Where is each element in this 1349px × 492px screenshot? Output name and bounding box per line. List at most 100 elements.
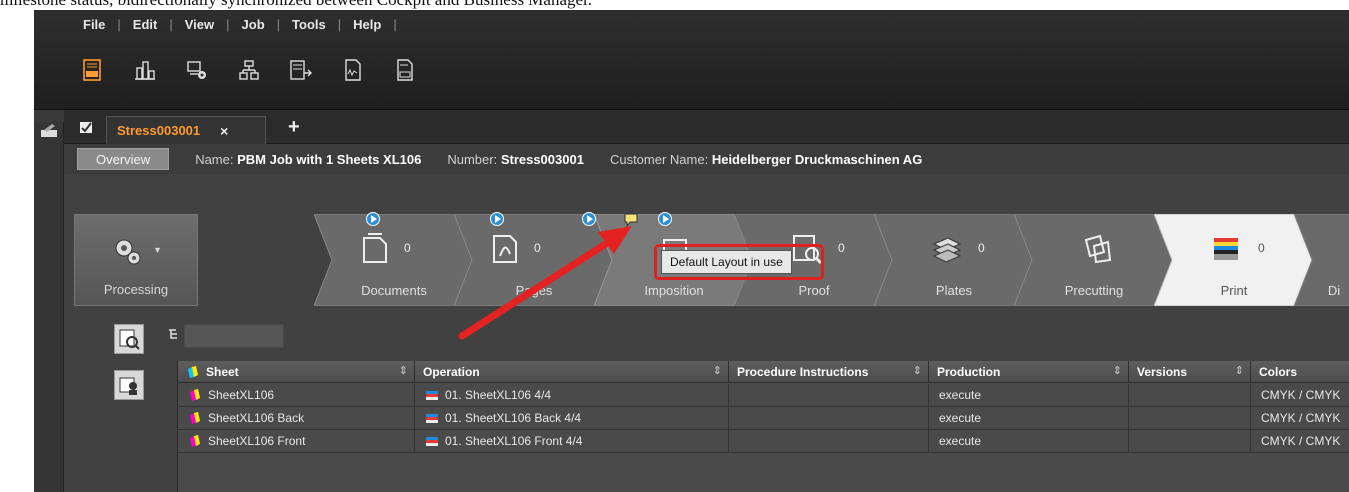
- sort-icon[interactable]: ⇕: [1113, 364, 1122, 377]
- menu-bar: File | Edit | View | Job | Tools | Help …: [82, 12, 408, 36]
- prinect-cockpit-window: File | Edit | View | Job | Tools | Help …: [34, 10, 1349, 492]
- column-procedure-instructions[interactable]: Procedure Instructions ⇕: [729, 361, 929, 383]
- monitor-gear-icon[interactable]: [186, 59, 208, 81]
- milestone-count: 0: [838, 241, 845, 255]
- cell-versions: [1129, 430, 1251, 452]
- column-versions[interactable]: Versions ⇕: [1129, 361, 1251, 383]
- column-colors[interactable]: Colors⇕: [1251, 361, 1349, 383]
- assign-sheet-button[interactable]: [114, 370, 144, 400]
- milestone-count: 0: [978, 241, 985, 255]
- cell-colors: CMYK / CMYK: [1251, 384, 1349, 406]
- cell-versions: [1129, 384, 1251, 406]
- cell-production: execute: [929, 384, 1129, 406]
- abc-arrow-icon[interactable]: [290, 59, 312, 81]
- menu-separator: |: [226, 16, 230, 32]
- sheets-magnifier-icon: [119, 329, 140, 350]
- sheet-color-icon: [190, 412, 200, 424]
- job-panel: Stress003001 × + Overview Name: PBM Job …: [64, 110, 1349, 492]
- print-operation-icon: [426, 391, 438, 400]
- menu-separator: |: [337, 16, 342, 32]
- table-row[interactable]: SheetXL106 01. SheetXL106 4/4 execute CM…: [178, 384, 1349, 407]
- menu-edit[interactable]: Edit: [132, 17, 159, 32]
- sort-icon[interactable]: ⇕: [913, 364, 922, 377]
- milestone-di[interactable]: Di: [1294, 214, 1349, 306]
- pencil-tray-icon[interactable]: [40, 124, 58, 138]
- cell-instructions: [729, 407, 929, 429]
- overview-button[interactable]: Overview: [77, 148, 170, 170]
- tree-collapse-icon[interactable]: [168, 328, 182, 342]
- column-sheet[interactable]: Sheet ⇕: [178, 361, 415, 383]
- abc-document-icon[interactable]: [82, 59, 104, 81]
- menu-job[interactable]: Job: [241, 17, 266, 32]
- play-icon[interactable]: [366, 212, 380, 226]
- printer-icon: [1214, 238, 1238, 260]
- highlight-box: [654, 244, 824, 280]
- milestone-chevrons: 0 Documents 0 Pages Imposition 0 Proof 0…: [314, 212, 1349, 306]
- menu-separator: |: [169, 16, 173, 32]
- cell-operation: 01. SheetXL106 Front 4/4: [415, 430, 729, 452]
- menu-view[interactable]: View: [184, 17, 215, 32]
- print-operation-icon: [426, 414, 438, 423]
- precutting-icon: [1084, 234, 1112, 264]
- milestone-count: 0: [1258, 241, 1265, 255]
- add-tab-button[interactable]: +: [288, 116, 300, 139]
- cell-sheet: SheetXL106 Back: [178, 407, 415, 429]
- side-tools: [114, 324, 146, 416]
- hierarchy-icon[interactable]: [238, 59, 260, 81]
- tab-job[interactable]: Stress003001 ×: [106, 116, 266, 144]
- milestone-documents[interactable]: 0 Documents: [314, 212, 474, 306]
- menu-file[interactable]: File: [82, 17, 106, 32]
- sheets-table: Sheet ⇕ Operation ⇕ Procedure Instructions…: [177, 361, 1349, 492]
- column-production[interactable]: Production ⇕: [929, 361, 1129, 383]
- tab-title: Stress003001: [117, 123, 201, 138]
- cell-sheet: SheetXL106 Front: [178, 430, 415, 452]
- milestone-count: 0: [534, 241, 541, 255]
- milestone-pages[interactable]: 0 Pages: [454, 212, 614, 306]
- cell-instructions: [729, 430, 929, 452]
- sheet-color-icon: [188, 366, 198, 378]
- cell-operation: 01. SheetXL106 4/4: [415, 384, 729, 406]
- milestone-label: Plates: [935, 283, 973, 298]
- top-bar: File | Edit | View | Job | Tools | Help …: [34, 10, 1349, 110]
- sort-icon[interactable]: ⇕: [713, 364, 722, 377]
- column-operation[interactable]: Operation ⇕: [415, 361, 729, 383]
- pdf-page-icon: [493, 235, 517, 263]
- cell-production: execute: [929, 430, 1129, 452]
- menu-help[interactable]: Help: [352, 17, 382, 32]
- play-icon[interactable]: [658, 212, 672, 226]
- documents-icon: [363, 233, 387, 263]
- signature-document-icon[interactable]: [342, 59, 364, 81]
- table-row[interactable]: SheetXL106 Back 01. SheetXL106 Back 4/4 …: [178, 407, 1349, 430]
- milestone-label: Proof: [798, 283, 830, 298]
- job-name: Name: PBM Job with 1 Sheets XL106: [195, 151, 422, 167]
- cell-colors: CMYK / CMYK: [1251, 407, 1349, 429]
- menu-tools[interactable]: Tools: [291, 17, 327, 32]
- sort-icon[interactable]: ⇕: [399, 364, 408, 377]
- cell-operation: 01. SheetXL106 Back 4/4: [415, 407, 729, 429]
- cell-versions: [1129, 407, 1251, 429]
- chart-bars-icon[interactable]: [134, 59, 156, 81]
- milestone-count: 0: [404, 241, 411, 255]
- gears-icon: [115, 239, 141, 265]
- table-row[interactable]: SheetXL106 Front 01. SheetXL106 Front 4/…: [178, 430, 1349, 453]
- menu-separator: |: [117, 16, 121, 32]
- menu-separator: |: [393, 16, 397, 32]
- play-icon[interactable]: [582, 212, 596, 226]
- chevron-down-icon[interactable]: ▾: [155, 245, 160, 256]
- plates-icon: [932, 237, 962, 263]
- ddd-document-icon[interactable]: [394, 59, 416, 81]
- left-strip: [34, 122, 64, 492]
- milestone-label: Precutting: [1064, 283, 1124, 298]
- play-icon[interactable]: [490, 212, 504, 226]
- milestone-label: Documents: [361, 283, 427, 298]
- filter-input[interactable]: [184, 324, 284, 348]
- job-info-bar: Overview Name: PBM Job with 1 Sheets XL1…: [64, 144, 1349, 174]
- close-icon[interactable]: ×: [220, 123, 228, 139]
- processing-button[interactable]: ▾ Processing: [74, 214, 198, 306]
- toolbar: [82, 50, 446, 90]
- sheet-view-button[interactable]: [114, 324, 144, 354]
- milestone-precutting[interactable]: Precutting: [1014, 214, 1174, 306]
- note-icon[interactable]: [624, 213, 638, 227]
- sort-icon[interactable]: ⇕: [1235, 364, 1244, 377]
- milestone-plates[interactable]: 0 Plates: [874, 214, 1034, 306]
